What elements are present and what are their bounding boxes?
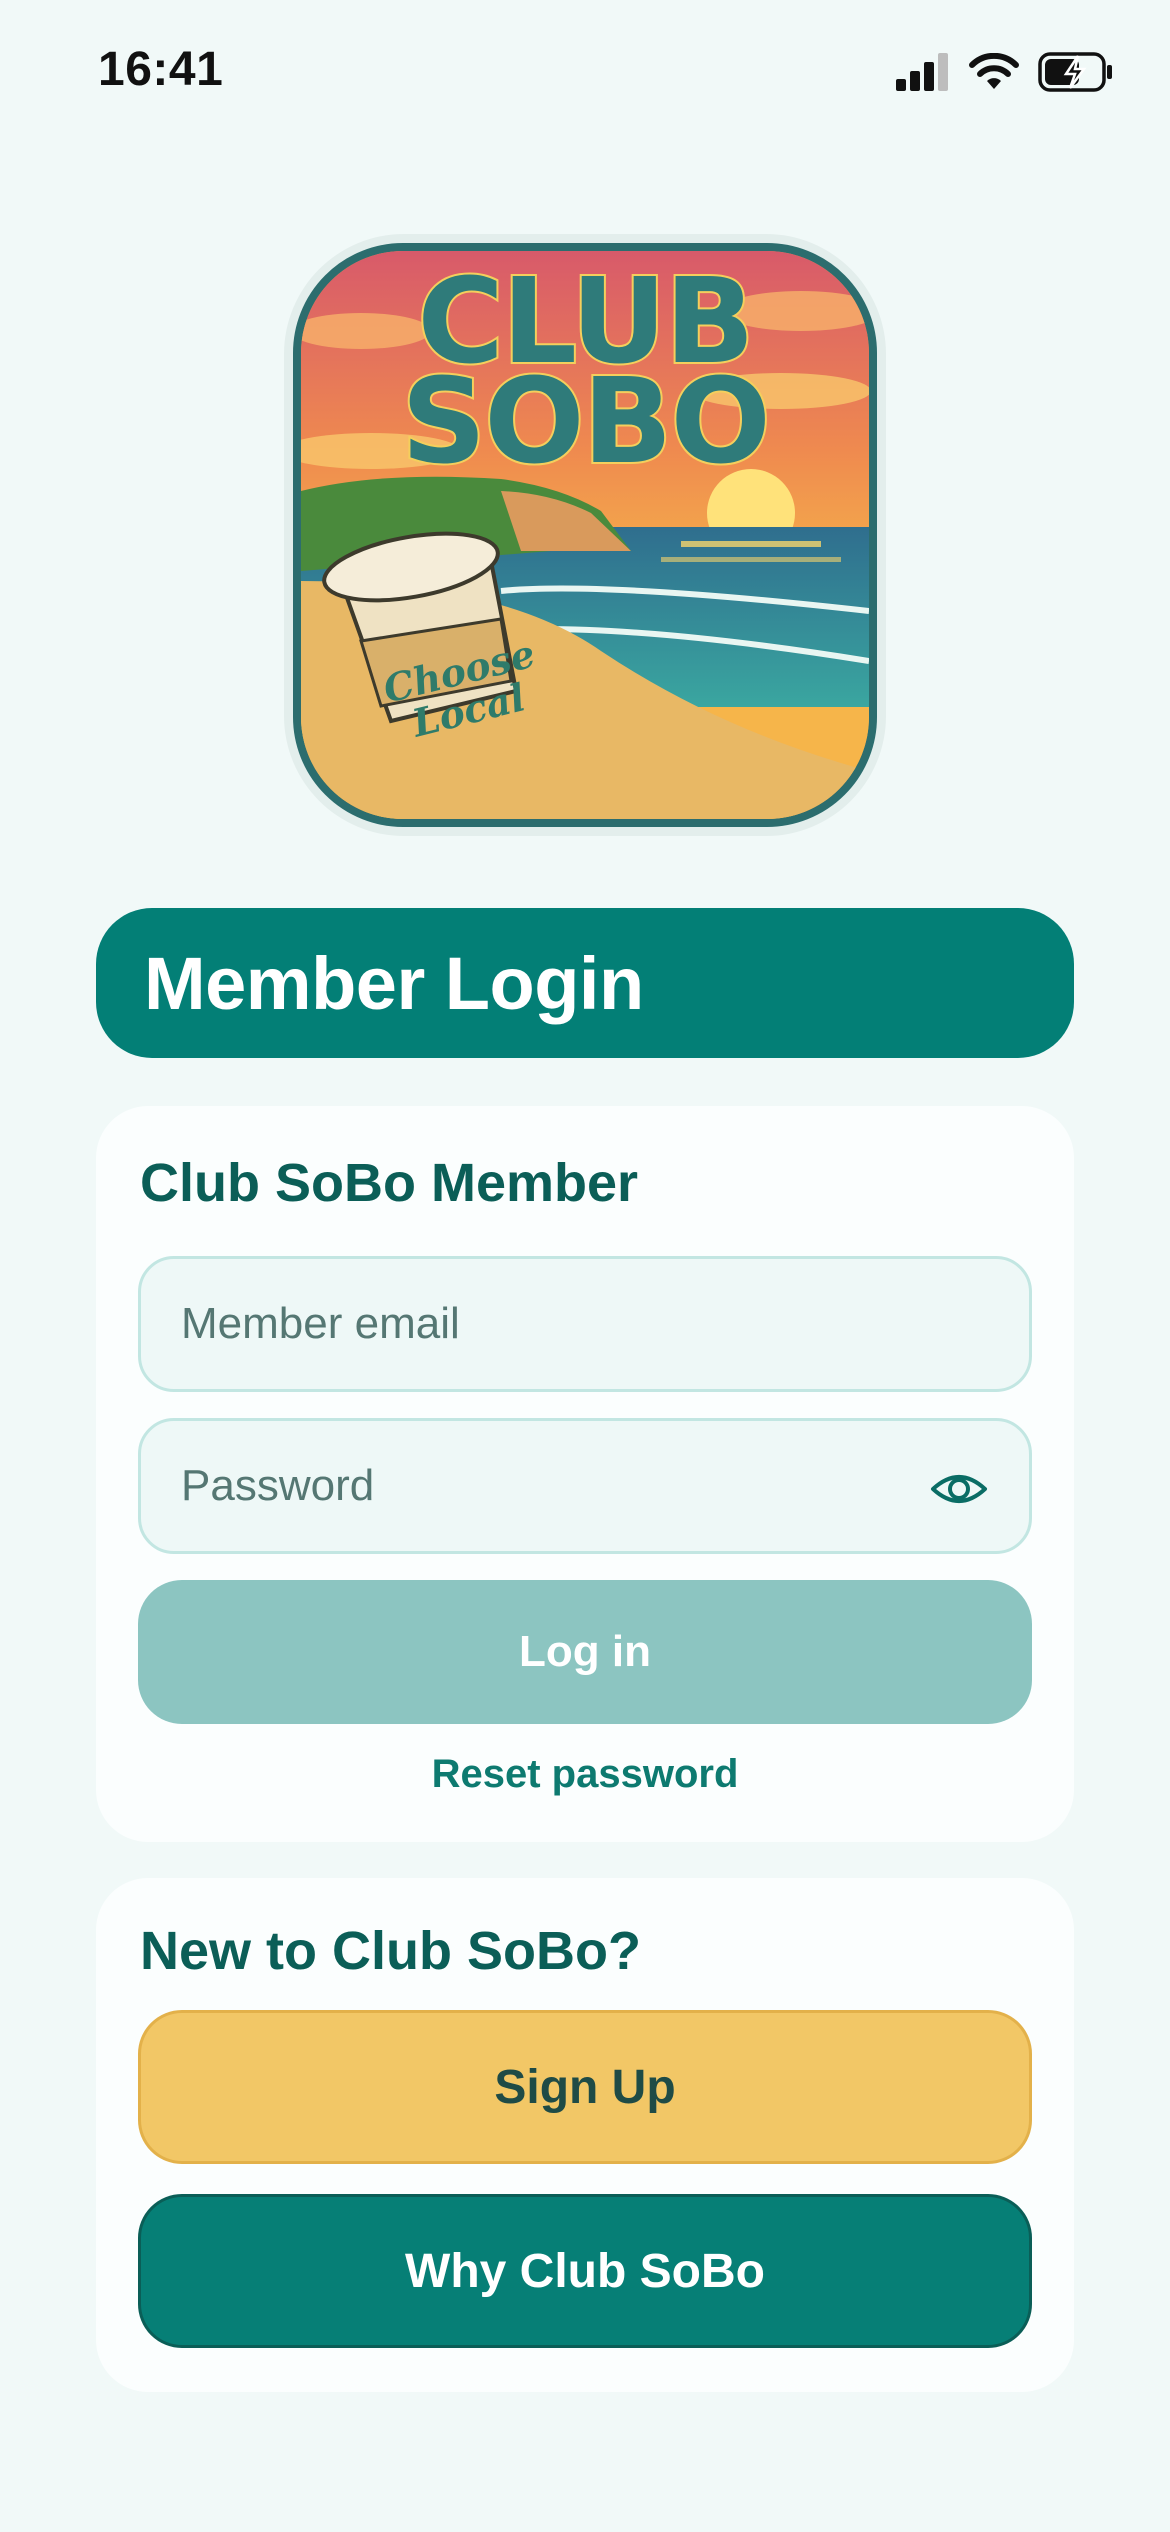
- page-title: Member Login: [144, 941, 644, 1025]
- battery-charging-icon: [1038, 52, 1112, 92]
- email-input[interactable]: [179, 1298, 943, 1350]
- password-input[interactable]: [179, 1460, 943, 1512]
- club-sobo-logo: CLUB SOBO Choose Local: [293, 243, 877, 827]
- status-bar: 16:41: [0, 0, 1170, 150]
- sign-up-button[interactable]: Sign Up: [138, 2010, 1032, 2164]
- status-icons: [896, 52, 1114, 92]
- status-time: 16:41: [98, 43, 224, 96]
- wifi-icon: [969, 53, 1019, 89]
- email-field-container: [138, 1256, 1032, 1392]
- logo-title-line2: SOBO: [399, 352, 773, 490]
- password-field-container: [138, 1418, 1032, 1554]
- login-card-heading: Club SoBo Member: [140, 1153, 639, 1213]
- app-logo-container: CLUB SOBO Choose Local: [284, 234, 886, 836]
- why-club-sobo-button[interactable]: Why Club SoBo: [138, 2194, 1032, 2348]
- new-member-card: New to Club SoBo? Sign Up Why Club SoBo: [96, 1878, 1074, 2392]
- signal-icon: [896, 53, 948, 91]
- member-login-banner: Member Login: [96, 908, 1074, 1058]
- show-password-eye-icon[interactable]: [929, 1459, 989, 1519]
- reset-password-link[interactable]: Reset password: [96, 1752, 1074, 1797]
- login-button[interactable]: Log in: [138, 1580, 1032, 1724]
- new-member-heading: New to Club SoBo?: [140, 1921, 641, 1981]
- member-login-card: Club SoBo Member Log in Reset password: [96, 1106, 1074, 1842]
